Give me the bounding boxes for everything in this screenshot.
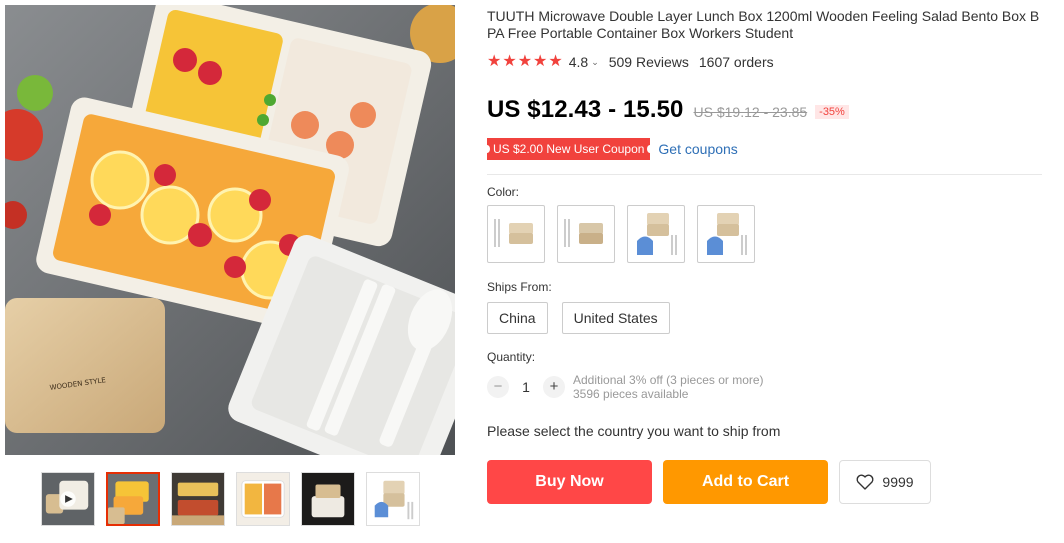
thumbnail-6[interactable]	[366, 472, 420, 526]
price-row: US $12.43 - 15.50 US $19.12 - 23.85 -35%	[487, 96, 1042, 126]
color-options	[487, 205, 1042, 263]
chevron-down-icon[interactable]: ⌄	[591, 57, 599, 68]
buy-now-button[interactable]: Buy Now	[487, 460, 652, 504]
decrement-button[interactable]: −	[487, 376, 509, 398]
quantity-note: Additional 3% off (3 pieces or more) 359…	[573, 373, 764, 401]
star-icon: ★	[533, 53, 548, 70]
star-icon: ★	[517, 53, 533, 70]
action-buttons: Buy Now Add to Cart 9999	[487, 460, 1042, 504]
star-icon: ★	[548, 53, 563, 70]
original-price: US $19.12 - 23.85	[693, 104, 808, 120]
color-option-4[interactable]	[697, 205, 755, 263]
ships-from-options: China United States	[487, 302, 1042, 334]
rating-row: ★ ★ ★ ★ ★ 4.8 ⌄ 509 Reviews 1607 orders	[487, 53, 1042, 71]
ship-country-message: Please select the country you want to sh…	[487, 423, 781, 439]
color-option-1[interactable]	[487, 205, 545, 263]
add-to-cart-button[interactable]: Add to Cart	[663, 460, 828, 504]
quantity-value[interactable]: 1	[509, 379, 543, 395]
product-info: TUUTH Microwave Double Layer Lunch Box 1…	[483, 8, 1042, 504]
star-icon: ★	[487, 53, 502, 70]
reviews-link[interactable]: 509 Reviews	[609, 54, 689, 70]
lunch-box-photo: WOODEN STYLE	[5, 5, 455, 455]
ship-option-china[interactable]: China	[487, 302, 548, 334]
current-price: US $12.43 - 15.50	[487, 96, 684, 123]
star-icon: ★	[502, 53, 517, 70]
thumbnail-3[interactable]	[171, 472, 225, 526]
coupon-row: US $2.00 New User Coupon Get coupons	[483, 138, 1042, 160]
thumbnail-5[interactable]	[301, 472, 355, 526]
product-variant-icon	[564, 219, 603, 247]
quantity-label: Quantity:	[487, 350, 536, 364]
bulk-discount-note: Additional 3% off (3 pieces or more)	[573, 373, 764, 387]
rating-value[interactable]: 4.8	[569, 54, 588, 70]
discount-badge: -35%	[815, 105, 849, 119]
product-gallery: WOODEN STYLE	[5, 5, 455, 526]
thumbnail-strip	[41, 472, 420, 526]
star-rating[interactable]: ★ ★ ★ ★ ★	[487, 54, 563, 70]
new-user-coupon[interactable]: US $2.00 New User Coupon	[483, 138, 654, 160]
increment-button[interactable]: +	[543, 376, 565, 398]
product-variant-icon	[637, 213, 677, 255]
color-label: Color:	[487, 185, 520, 199]
quantity-stepper: − 1 + Additional 3% off (3 pieces or mor…	[487, 373, 1042, 401]
heart-icon	[856, 474, 874, 490]
color-option-2[interactable]	[557, 205, 615, 263]
get-coupons-link[interactable]: Get coupons	[658, 141, 737, 157]
thumbnail-2[interactable]	[106, 472, 160, 526]
product-variant-icon	[494, 219, 533, 247]
main-product-image[interactable]: WOODEN STYLE	[5, 5, 455, 455]
divider	[487, 174, 1042, 175]
wishlist-button[interactable]: 9999	[839, 460, 931, 504]
product-title: TUUTH Microwave Double Layer Lunch Box 1…	[487, 8, 1040, 41]
color-option-3[interactable]	[627, 205, 685, 263]
thumbnail-video[interactable]	[41, 472, 95, 526]
thumbnail-4[interactable]	[236, 472, 290, 526]
product-variant-icon	[707, 213, 747, 255]
ships-from-label: Ships From:	[487, 280, 552, 294]
ship-option-united-states[interactable]: United States	[561, 302, 670, 334]
stock-available: 3596 pieces available	[573, 387, 689, 401]
orders-count: 1607 orders	[698, 54, 774, 70]
wishlist-count: 9999	[882, 474, 914, 490]
